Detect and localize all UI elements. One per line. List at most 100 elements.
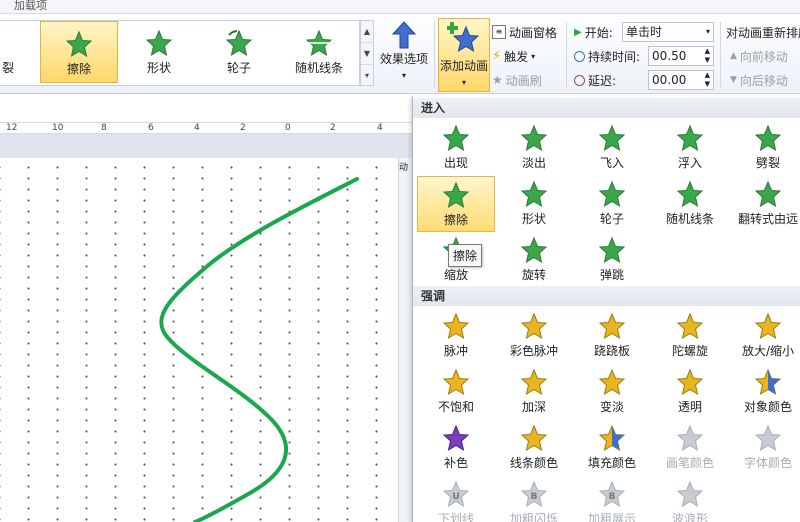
anim-option-line-color-star[interactable]: 线条颜色 [495,420,573,476]
start-label: 开始: [584,25,613,40]
bold-flash-star-icon: B [520,480,548,508]
anim-option-fly-in-star[interactable]: 飞入 [573,120,651,176]
anim-option-bounce-star[interactable]: 弹跳 [573,232,651,288]
anim-option-label: 劈裂 [755,156,780,170]
animations-ribbon: 裂 擦除 形状 轮子 随机线条 ▲ ▼ ▾ 效果选项 ▾ 添加动画 ▾ ≡ 动画… [0,14,800,94]
gallery-item-wipe[interactable]: 擦除 [40,21,118,83]
bold-reveal-star-icon: B [598,480,626,508]
line-color-star-icon [520,424,548,452]
gallery-more-icon[interactable]: ▾ [361,65,373,87]
trigger-label: 触发 [504,49,529,64]
anim-option-wipe-star[interactable]: 擦除 [417,176,495,232]
duration-label-row: 持续时间: [574,46,640,66]
duration-input[interactable]: 00.50 ▲ ▼ [648,46,714,66]
add-animation-dropdown: 进入 出现 淡出 飞入 浮入 劈裂 擦除 形状 轮子 随机线条 翻转式由远 缩放 旋转 弹跳 强调 脉冲… [412,96,800,522]
spinner-icon[interactable]: ▲ ▼ [705,47,710,65]
anim-option-label: 擦除 [443,213,468,227]
shape-star-icon [520,180,548,208]
effect-options-label: 效果选项 [379,52,428,66]
start-label-row: ▶ 开始: [574,22,613,42]
painter-star-icon: ★ [492,73,503,87]
teeter-star-icon [598,312,626,340]
reorder-title: 对动画重新排序 [726,22,800,42]
triangle-up-icon: ▲ [730,51,737,61]
anim-option-grow-shrink-star[interactable]: 放大/缩小 [729,308,800,364]
fill-color-star-icon [598,424,626,452]
anim-option-random-bars-star[interactable]: 随机线条 [651,176,729,232]
gallery-item-wheel[interactable]: 轮子 [200,21,278,83]
play-icon: ▶ [574,26,582,38]
anim-option-transparency-star[interactable]: 透明 [651,364,729,420]
curve-shape[interactable] [0,158,398,522]
move-later-label: 向后移动 [739,73,788,88]
svg-text:B: B [531,492,538,502]
anim-option-swivel-star[interactable]: 旋转 [495,232,573,288]
animation-side-panel[interactable]: 动 [398,158,412,522]
gallery-scrollbar[interactable]: ▲ ▼ ▾ [360,20,374,86]
anim-option-darken-star[interactable]: 加深 [495,364,573,420]
anim-option-label: 加粗展示 [587,512,636,522]
anim-option-bold-reveal-star[interactable]: B 加粗展示 [573,476,651,522]
move-later-button[interactable]: ▼ 向后移动 [730,70,788,90]
spinner-icon[interactable]: ▲ ▼ [705,71,710,89]
add-animation-button[interactable]: 添加动画 ▾ [438,18,490,92]
anim-option-label: 轮子 [599,212,624,226]
gallery-item-shape[interactable]: 形状 [120,21,198,83]
arrow-up-icon [391,21,417,49]
move-earlier-button[interactable]: ▲ 向前移动 [730,46,788,66]
anim-option-color-pulse-star[interactable]: 彩色脉冲 [495,308,573,364]
wipe-star-icon [65,30,93,58]
anim-option-wheel-star[interactable]: 轮子 [573,176,651,232]
trigger-button[interactable]: ⚡ 触发 ▾ [492,46,535,66]
shape-star-icon [145,29,173,57]
start-dropdown[interactable]: 单击时 ▾ [622,22,714,42]
anim-option-bold-flash-star[interactable]: B 加粗闪烁 [495,476,573,522]
scroll-up-icon[interactable]: ▲ [361,21,373,43]
anim-option-brush-color-star[interactable]: 画笔颜色 [651,420,729,476]
anim-option-pulse-star[interactable]: 脉冲 [417,308,495,364]
anim-option-underline-star[interactable]: U 下划线 [417,476,495,522]
anim-option-fill-color-star[interactable]: 填充颜色 [573,420,651,476]
anim-option-label: 翻转式由远 [737,212,798,226]
anim-option-spin-star[interactable]: 陀螺旋 [651,308,729,364]
addins-tab-label[interactable]: 加载项 [14,0,47,13]
anim-option-float-in-star[interactable]: 浮入 [651,120,729,176]
anim-option-wave-star[interactable]: 波浪形 [651,476,729,522]
svg-text:U: U [452,492,459,502]
add-star-icon [447,22,480,53]
anim-option-label: 陀螺旋 [671,344,708,358]
anim-option-object-color-star[interactable]: 对象颜色 [729,364,800,420]
animation-painter-label: 动画刷 [505,73,542,88]
float-in-star-icon [676,124,704,152]
ribbon-separator [434,22,435,88]
anim-option-label: 字体颜色 [743,456,792,470]
ruler-label: 8 [101,123,107,133]
anim-option-label: 透明 [677,400,702,414]
slide-canvas[interactable] [0,158,398,522]
anim-option-lighten-star[interactable]: 变淡 [573,364,651,420]
anim-option-grow-turn-star[interactable]: 翻转式由远 [729,176,800,232]
anim-option-split-star[interactable]: 劈裂 [729,120,800,176]
anim-option-label: 补色 [443,456,468,470]
gallery-item-random-bars[interactable]: 随机线条 [280,21,358,83]
spin-star-icon [676,312,704,340]
anim-option-appear-star[interactable]: 出现 [417,120,495,176]
scroll-down-icon[interactable]: ▼ [361,43,373,65]
delay-input[interactable]: 00.00 ▲ ▼ [648,70,714,90]
anim-option-desaturate-star[interactable]: 不饱和 [417,364,495,420]
animation-pane-button[interactable]: ≡ 动画窗格 [492,22,557,42]
anim-option-label: 彩色脉冲 [509,344,558,358]
effect-options-button[interactable]: 效果选项 ▾ [378,20,430,81]
anim-option-teeter-star[interactable]: 跷跷板 [573,308,651,364]
random-bars-star-icon [305,29,333,57]
wave-star-icon [676,480,704,508]
reorder-title-label: 对动画重新排序 [726,25,800,40]
anim-option-shape-star[interactable]: 形状 [495,176,573,232]
anim-option-fade-star[interactable]: 淡出 [495,120,573,176]
anim-option-font-color-star[interactable]: 字体颜色 [729,420,800,476]
anim-option-complementary-color-star[interactable]: 补色 [417,420,495,476]
lightning-icon: ⚡ [492,48,502,64]
ribbon-separator [566,22,567,88]
animation-painter-button[interactable]: ★ 动画刷 [492,70,542,90]
start-value: 单击时 [626,25,663,39]
